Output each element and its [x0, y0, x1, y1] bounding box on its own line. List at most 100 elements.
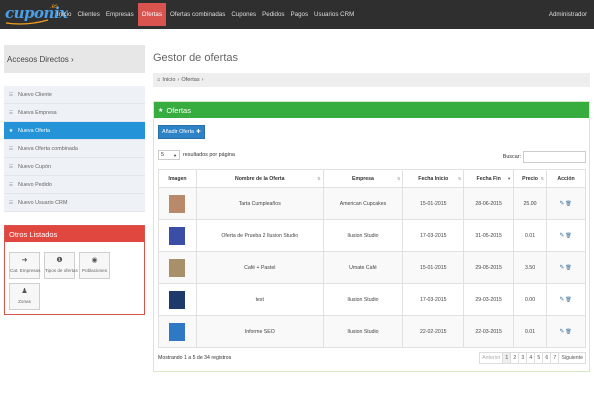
info-icon: ❶ — [56, 257, 63, 264]
column-header-0[interactable]: Imagen — [158, 169, 197, 188]
offer-thumbnail[interactable] — [169, 226, 186, 245]
nav-item-cupones[interactable]: Cupones — [228, 0, 259, 29]
user-menu[interactable]: Administrador — [549, 0, 587, 29]
shortcuts-list: ☰ Nuevo Cliente ☰ Nueva Empresa ★ Nueva Ofert… — [4, 86, 145, 212]
page-length-control: 5 ▼ resultados por página — [158, 150, 235, 160]
breadcrumb-separator: › — [201, 77, 204, 83]
offer-empresa: Umate Café — [322, 251, 404, 284]
column-header-1[interactable]: Nombre de la Oferta ⇅ — [195, 169, 324, 188]
list-icon: ☰ — [8, 91, 14, 98]
trash-icon[interactable]: 🗑 — [565, 297, 572, 303]
offer-inicio: 17-03-2015 — [402, 219, 465, 252]
tile-tipos-de-ofertas[interactable]: ❶ Tipos de ofertas — [44, 252, 78, 279]
star-icon: ★ — [158, 107, 164, 114]
trash-icon[interactable]: 🗑 — [565, 201, 572, 207]
offer-thumbnail[interactable] — [169, 258, 186, 277]
sidebar-item-nuevo-cliente[interactable]: ☰ Nuevo Cliente — [4, 86, 145, 104]
sidebar-item-nueva-oferta[interactable]: ★ Nueva Oferta — [4, 122, 145, 140]
tile-poblaciones[interactable]: ◉ Poblaciones — [79, 252, 110, 279]
offer-nombre: Tarta Cumpleaños — [195, 187, 324, 220]
table-body: Tarta Cumpleaños American Cupcakes 15-01-2… — [158, 187, 586, 348]
sidebar-item-nueva-empresa[interactable]: ☰ Nueva Empresa — [4, 104, 145, 122]
offer-inicio: 15-01-2015 — [402, 251, 465, 284]
search-control: Buscar: — [503, 151, 586, 163]
tile-label: Poblaciones — [81, 268, 108, 273]
offer-empresa: American Cupcakes — [322, 187, 404, 220]
nav-item-empresas[interactable]: Empresas — [103, 0, 137, 29]
trash-icon[interactable]: 🗑 — [565, 233, 572, 239]
nav-item-inicio[interactable]: Inicio — [54, 0, 74, 29]
home-icon: ⌂ — [157, 77, 161, 83]
offer-inicio: 17-03-2015 — [402, 283, 465, 316]
offer-thumbnail[interactable] — [169, 194, 186, 213]
sidebar-item-label: Nuevo Usuario CRM — [18, 199, 68, 206]
breadcrumb-current[interactable]: Ofertas — [181, 77, 199, 83]
column-header-6[interactable]: Acción — [546, 169, 586, 188]
star-icon: ★ — [8, 127, 14, 134]
page-title: Gestor de ofertas — [153, 52, 238, 64]
offer-thumbnail[interactable] — [169, 290, 186, 309]
tile-label: Cat. Empresas — [10, 268, 41, 273]
offer-actions: ✎🗑 — [546, 187, 586, 220]
sort-icon: ⇅ — [317, 176, 321, 181]
breadcrumb-home[interactable]: Inicio — [162, 77, 175, 83]
chevron-down-icon: ▼ — [173, 152, 177, 158]
list-icon: ☰ — [8, 109, 14, 116]
nav-item-ofertas[interactable]: Ofertas — [137, 3, 166, 26]
offer-image-cell — [158, 187, 197, 220]
offer-nombre: Café + Pastel — [195, 251, 324, 284]
add-offer-button[interactable]: Añadir Oferta ✚ — [158, 125, 205, 139]
sidebar-item-nuevo-usuario-crm[interactable]: ☰ Nuevo Usuario CRM — [4, 194, 145, 212]
list-icon: ☰ — [8, 181, 14, 188]
column-header-3[interactable]: Fecha Inicio ⇅ — [402, 169, 465, 188]
add-offer-label: Añadir Oferta — [162, 129, 195, 135]
sidebar-item-nuevo-cupón[interactable]: ☰ Nuevo Cupón — [4, 158, 145, 176]
pin-icon: ♟ — [21, 288, 28, 295]
sidebar-item-nuevo-pedido[interactable]: ☰ Nuevo Pedido — [4, 176, 145, 194]
sidebar-item-label: Nuevo Cupón — [18, 163, 51, 170]
nav-item-pagos[interactable]: Pagos — [288, 0, 312, 29]
sidebar-item-nueva-oferta-combinada[interactable]: ☰ Nueva Oferta combinada — [4, 140, 145, 158]
offer-fin: 29-03-2015 — [463, 283, 515, 316]
trash-icon[interactable]: 🗑 — [565, 265, 572, 271]
sort-icon: ⇅ — [540, 176, 545, 181]
column-header-4[interactable]: Fecha Fin ▼ — [463, 169, 515, 188]
other-listings-heading: Otros Listados — [5, 226, 144, 242]
offer-fin: 22-03-2015 — [463, 315, 515, 348]
search-input[interactable] — [523, 151, 586, 163]
nav-item-pedidos[interactable]: Pedidos — [259, 0, 287, 29]
column-header-5[interactable]: Precio ⇅ — [513, 169, 548, 188]
sidebar-item-label: Nuevo Cliente — [18, 91, 52, 98]
offer-fin: 31-05-2015 — [463, 219, 515, 252]
offer-nombre: Oferta de Prueba 2 Ilusion Studio — [195, 219, 324, 252]
offer-actions: ✎🗑 — [546, 219, 586, 252]
offer-nombre: test — [195, 283, 324, 316]
trash-icon[interactable]: 🗑 — [565, 329, 572, 335]
tile-label: Tipos de ofertas — [45, 268, 78, 273]
shortcuts-heading[interactable]: Accesos Directos › — [4, 45, 145, 73]
offers-panel-title: Ofertas — [166, 105, 191, 115]
tile-zonas[interactable]: ♟ Zonas — [9, 283, 40, 310]
column-header-2[interactable]: Empresa ⇅ — [322, 169, 404, 188]
offer-precio: 25.00 — [513, 187, 548, 220]
offer-actions: ✎🗑 — [546, 283, 586, 316]
offer-precio: 0.01 — [513, 219, 548, 252]
page-length-select[interactable]: 5 ▼ — [158, 150, 180, 160]
table-row: Informe SEO Ilusion Studio 22-02-2015 22-03… — [158, 315, 586, 348]
pagination-next[interactable]: Siguiente — [558, 352, 586, 364]
tile-cat-empresas[interactable]: ➜ Cat. Empresas — [9, 252, 40, 279]
table-row: Tarta Cumpleaños American Cupcakes 15-01-2… — [158, 187, 586, 220]
tile-label: Zonas — [18, 299, 31, 304]
offer-precio: 0.00 — [513, 283, 548, 316]
offer-thumbnail[interactable] — [169, 322, 186, 341]
offer-image-cell — [158, 315, 197, 348]
plus-icon: ✚ — [196, 129, 201, 135]
offer-empresa: Ilusion Studio — [322, 219, 404, 252]
sidebar-item-label: Nueva Oferta — [18, 127, 51, 134]
pagination-prev[interactable]: Anterior — [479, 352, 504, 364]
breadcrumb: ⌂ Inicio › Ofertas › — [153, 73, 590, 87]
nav-item-ofertas-combinadas[interactable]: Ofertas combinadas — [167, 0, 228, 29]
pagination: Anterior 1 2 3 4 5 6 7 Siguiente — [479, 352, 586, 364]
nav-item-clientes[interactable]: Clientes — [74, 0, 102, 29]
nav-item-usuarios-crm[interactable]: Usuarios CRM — [311, 0, 357, 29]
